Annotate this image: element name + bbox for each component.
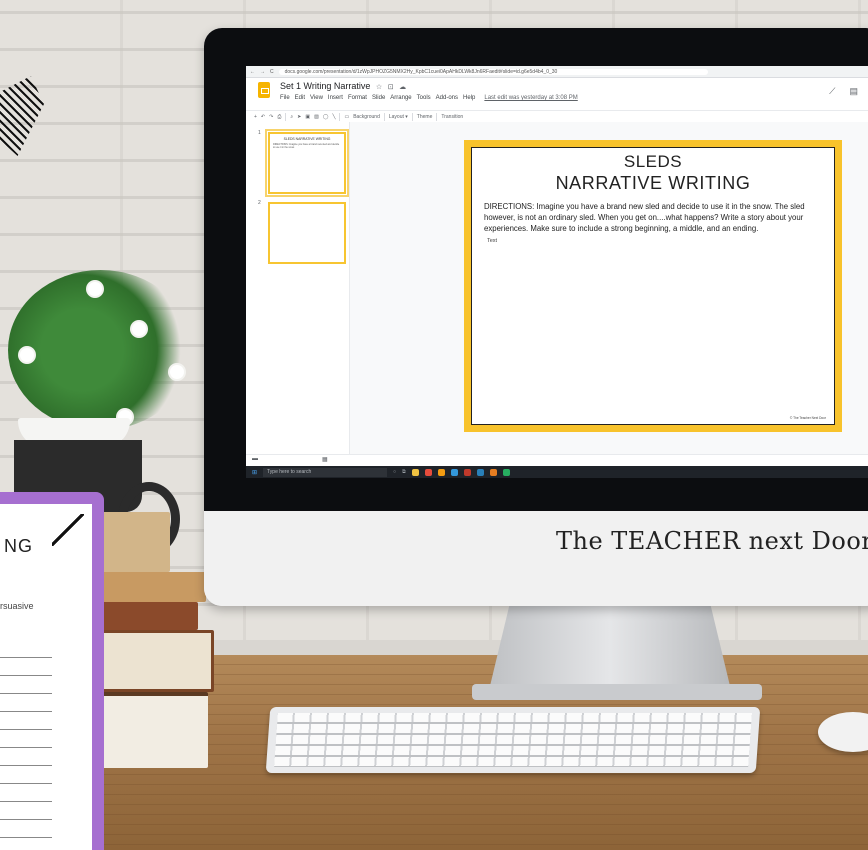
back-icon[interactable]: ←	[250, 69, 255, 75]
menu-tools[interactable]: Tools	[417, 95, 431, 101]
slide-border-frame: SLEDS NARRATIVE WRITING DIRECTIONS: Imag…	[471, 147, 835, 425]
document-title[interactable]: Set 1 Writing Narrative	[280, 81, 370, 91]
taskbar-search[interactable]: Type here to search	[263, 467, 388, 477]
theme-button[interactable]: Theme	[417, 114, 433, 120]
windows-taskbar: ⊞ Type here to search ○ ⧉	[246, 466, 868, 478]
toolbar-divider	[411, 113, 413, 121]
shape-icon[interactable]: ◯	[323, 114, 329, 120]
activity-icon[interactable]: ⟋	[829, 86, 835, 97]
textbox-icon[interactable]: ▣	[305, 114, 310, 120]
screen: ← → C docs.google.com/presentation/d/1zW…	[246, 66, 868, 478]
menu-format[interactable]: Format	[348, 95, 367, 101]
browser-address-bar: ← → C docs.google.com/presentation/d/1zW…	[246, 66, 868, 78]
move-folder-icon[interactable]: ⊡	[388, 84, 394, 91]
book	[94, 630, 214, 692]
transition-button[interactable]: Transition	[441, 114, 463, 120]
slide-canvas: SLEDS NARRATIVE WRITING DIRECTIONS: Imag…	[350, 122, 868, 454]
toolbar-divider	[383, 113, 385, 121]
current-slide[interactable]: SLEDS NARRATIVE WRITING DIRECTIONS: Imag…	[464, 140, 842, 432]
file-explorer-icon[interactable]	[411, 468, 419, 476]
undo-icon[interactable]: ↶	[261, 114, 265, 120]
worksheet-corner-decoration	[52, 514, 84, 546]
brand-logo: The TEACHER next Door	[556, 527, 868, 555]
chrome-app-icon[interactable]	[502, 468, 510, 476]
toolbar-divider	[339, 113, 341, 121]
slide-number: 2	[258, 200, 261, 206]
slide-number: 1	[258, 130, 261, 136]
menu-add-ons[interactable]: Add-ons	[436, 95, 458, 101]
worksheet-subtitle: rsuasive	[0, 601, 34, 611]
white-flower	[132, 322, 146, 336]
star-icon[interactable]: ☆	[376, 84, 382, 91]
white-flower	[170, 365, 184, 379]
white-flower	[88, 282, 102, 296]
zoom-icon[interactable]: ⌕	[290, 114, 293, 120]
slide-text-placeholder[interactable]: Text	[487, 238, 834, 244]
monitor-stand	[490, 606, 730, 686]
book	[96, 692, 208, 768]
line-icon[interactable]: ╲	[332, 114, 335, 120]
menu-bar: File Edit View Insert Format Slide Arran…	[280, 95, 578, 101]
keyboard	[265, 707, 761, 773]
thumbnail-body: DIRECTIONS: Imagine you have a brand new…	[273, 143, 340, 149]
header-actions: ⟋ ▤	[829, 86, 858, 97]
mail-icon[interactable]	[476, 468, 484, 476]
reload-icon[interactable]: C	[270, 69, 274, 75]
monitor-stand-base	[472, 684, 762, 700]
toolbar-divider	[436, 113, 438, 121]
slide-heading-narrative[interactable]: NARRATIVE WRITING	[472, 172, 834, 194]
white-flower	[20, 348, 34, 362]
worksheet-title: NG	[4, 536, 33, 556]
windows-start-icon[interactable]: ⊞	[252, 469, 257, 476]
app-icon[interactable]	[463, 468, 471, 476]
menu-slide[interactable]: Slide	[372, 95, 385, 101]
slide-heading-sleds[interactable]: SLEDS	[472, 152, 834, 172]
slide-directions[interactable]: DIRECTIONS: Imagine you have a brand new…	[484, 201, 824, 234]
task-view-icon[interactable]: ⧉	[402, 469, 406, 475]
layout-button[interactable]: Layout ▾	[389, 114, 408, 120]
menu-help[interactable]: Help	[463, 95, 475, 101]
last-edit-link[interactable]: Last edit was yesterday at 3:08 PM	[484, 95, 577, 101]
slides-header: Set 1 Writing Narrative ☆ ⊡ ☁ File Edit …	[246, 78, 868, 110]
book	[100, 512, 170, 572]
plant-leaves	[8, 270, 193, 430]
comment-icon[interactable]: ▭	[344, 114, 349, 120]
book	[96, 572, 206, 602]
menu-file[interactable]: File	[280, 95, 290, 101]
word-icon[interactable]	[450, 468, 458, 476]
worksheet-writing-lines	[0, 640, 52, 840]
menu-insert[interactable]: Insert	[328, 95, 343, 101]
url-field[interactable]: docs.google.com/presentation/d/1zWpJPHOZ…	[278, 68, 708, 75]
document-title-row: Set 1 Writing Narrative ☆ ⊡ ☁	[280, 81, 406, 91]
new-slide-icon[interactable]: +	[254, 114, 257, 120]
slide-filmstrip: 1 SLEDS NARRATIVE WRITING DIRECTIONS: Im…	[246, 122, 350, 454]
toolbar-divider	[285, 113, 287, 121]
book	[94, 602, 198, 630]
menu-view[interactable]: View	[310, 95, 323, 101]
background-button[interactable]: Background	[353, 114, 380, 120]
filmstrip-view-icon[interactable]: ▬	[252, 456, 258, 462]
forward-icon[interactable]: →	[260, 69, 265, 75]
chrome-icon[interactable]	[424, 468, 432, 476]
image-icon[interactable]: ▨	[314, 114, 319, 120]
office-icon[interactable]	[437, 468, 445, 476]
firefox-icon[interactable]	[489, 468, 497, 476]
comments-icon[interactable]: ▤	[849, 86, 858, 97]
slides-logo-icon[interactable]	[258, 82, 270, 98]
menu-edit[interactable]: Edit	[295, 95, 305, 101]
menu-arrange[interactable]: Arrange	[390, 95, 411, 101]
slide-copyright: © The Teacher Next Door	[789, 416, 826, 420]
monitor-chin	[204, 511, 868, 606]
keyboard-key-rows	[274, 713, 752, 767]
thumbnail-title: SLEDS NARRATIVE WRITING	[283, 137, 331, 141]
cortana-icon[interactable]: ○	[393, 469, 396, 475]
grid-view-icon[interactable]: ▦	[322, 456, 328, 463]
cloud-status-icon: ☁	[399, 84, 407, 91]
select-icon[interactable]: ➤	[297, 114, 301, 120]
slide-thumbnail-1[interactable]: SLEDS NARRATIVE WRITING DIRECTIONS: Imag…	[265, 129, 349, 197]
slide-thumbnail-2[interactable]	[268, 202, 346, 264]
print-icon[interactable]: ⎙	[277, 114, 281, 120]
redo-icon[interactable]: ↷	[269, 114, 273, 120]
